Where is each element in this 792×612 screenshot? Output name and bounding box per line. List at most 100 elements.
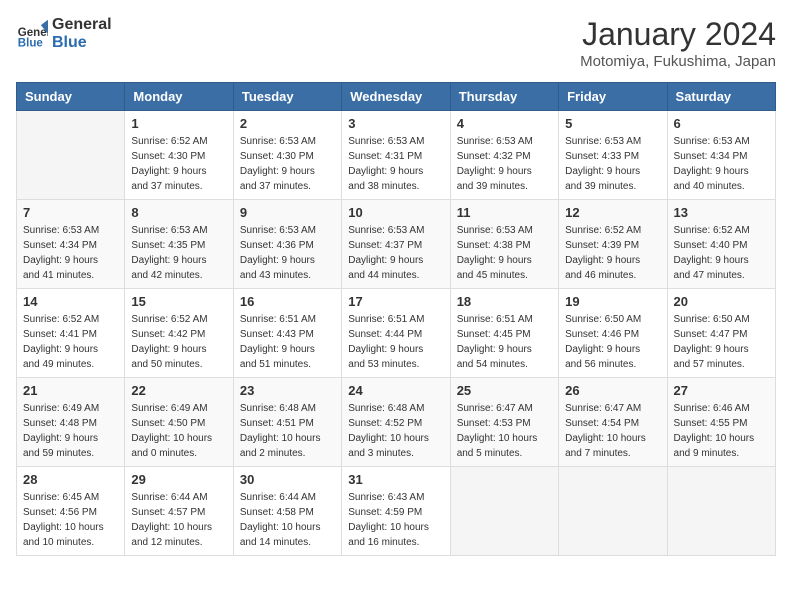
- weekday-header-sunday: Sunday: [17, 83, 125, 111]
- day-number: 15: [131, 294, 226, 309]
- day-info: Sunrise: 6:53 AMSunset: 4:37 PMDaylight:…: [348, 223, 443, 283]
- day-info: Sunrise: 6:52 AMSunset: 4:30 PMDaylight:…: [131, 134, 226, 194]
- day-number: 12: [565, 205, 660, 220]
- day-info: Sunrise: 6:53 AMSunset: 4:34 PMDaylight:…: [23, 223, 118, 283]
- day-info: Sunrise: 6:44 AMSunset: 4:57 PMDaylight:…: [131, 490, 226, 550]
- logo-icon: General Blue: [16, 18, 48, 50]
- day-info: Sunrise: 6:49 AMSunset: 4:48 PMDaylight:…: [23, 401, 118, 461]
- weekday-header-thursday: Thursday: [450, 83, 558, 111]
- calendar-day-cell: 25 Sunrise: 6:47 AMSunset: 4:53 PMDayligh…: [450, 378, 558, 467]
- day-number: 23: [240, 383, 335, 398]
- calendar-day-cell: 8Sunrise: 6:53 AMSunset: 4:35 PMDaylight…: [125, 200, 233, 289]
- calendar-day-cell: 16Sunrise: 6:51 AMSunset: 4:43 PMDayligh…: [233, 289, 341, 378]
- logo: General Blue General Blue: [16, 16, 112, 53]
- weekday-header-monday: Monday: [125, 83, 233, 111]
- day-number: 10: [348, 205, 443, 220]
- calendar-day-cell: 3 Sunrise: 6:53 AMSunset: 4:31 PMDaylight…: [342, 111, 450, 200]
- calendar-day-cell: [450, 467, 558, 556]
- calendar-day-cell: 1 Sunrise: 6:52 AMSunset: 4:30 PMDaylight…: [125, 111, 233, 200]
- day-number: 11: [457, 205, 552, 220]
- day-info: Sunrise: 6:48 AMSunset: 4:51 PMDaylight:…: [240, 401, 335, 461]
- calendar-day-cell: 2 Sunrise: 6:53 AMSunset: 4:30 PMDaylight…: [233, 111, 341, 200]
- day-number: 13: [674, 205, 769, 220]
- day-number: 6: [674, 116, 769, 131]
- title-block: January 2024 Motomiya, Fukushima, Japan: [580, 16, 776, 70]
- day-info: Sunrise: 6:51 AMSunset: 4:44 PMDaylight:…: [348, 312, 443, 372]
- calendar-day-cell: 29 Sunrise: 6:44 AMSunset: 4:57 PMDayligh…: [125, 467, 233, 556]
- calendar-day-cell: 21Sunrise: 6:49 AMSunset: 4:48 PMDayligh…: [17, 378, 125, 467]
- day-info: Sunrise: 6:52 AMSunset: 4:42 PMDaylight:…: [131, 312, 226, 372]
- day-number: 3: [348, 116, 443, 131]
- calendar-day-cell: 12 Sunrise: 6:52 AMSunset: 4:39 PMDayligh…: [559, 200, 667, 289]
- calendar-day-cell: 6 Sunrise: 6:53 AMSunset: 4:34 PMDaylight…: [667, 111, 775, 200]
- day-info: Sunrise: 6:53 AMSunset: 4:36 PMDaylight:…: [240, 223, 335, 283]
- logo-blue-text: Blue: [52, 34, 112, 52]
- calendar-day-cell: [559, 467, 667, 556]
- day-number: 24: [348, 383, 443, 398]
- day-info: Sunrise: 6:53 AMSunset: 4:31 PMDaylight:…: [348, 134, 443, 194]
- calendar-day-cell: 27 Sunrise: 6:46 AMSunset: 4:55 PMDayligh…: [667, 378, 775, 467]
- day-number: 1: [131, 116, 226, 131]
- calendar-day-cell: 23 Sunrise: 6:48 AMSunset: 4:51 PMDayligh…: [233, 378, 341, 467]
- day-info: Sunrise: 6:47 AMSunset: 4:53 PMDaylight:…: [457, 401, 552, 461]
- day-info: Sunrise: 6:52 AMSunset: 4:41 PMDaylight:…: [23, 312, 118, 372]
- calendar-week-row: 7 Sunrise: 6:53 AMSunset: 4:34 PMDaylight…: [17, 200, 776, 289]
- day-info: Sunrise: 6:53 AMSunset: 4:34 PMDaylight:…: [674, 134, 769, 194]
- day-number: 20: [674, 294, 769, 309]
- day-info: Sunrise: 6:47 AMSunset: 4:54 PMDaylight:…: [565, 401, 660, 461]
- calendar-day-cell: 13 Sunrise: 6:52 AMSunset: 4:40 PMDayligh…: [667, 200, 775, 289]
- day-number: 27: [674, 383, 769, 398]
- day-info: Sunrise: 6:44 AMSunset: 4:58 PMDaylight:…: [240, 490, 335, 550]
- day-info: Sunrise: 6:43 AMSunset: 4:59 PMDaylight:…: [348, 490, 443, 550]
- day-number: 2: [240, 116, 335, 131]
- day-number: 18: [457, 294, 552, 309]
- calendar-day-cell: 4Sunrise: 6:53 AMSunset: 4:32 PMDaylight…: [450, 111, 558, 200]
- day-info: Sunrise: 6:46 AMSunset: 4:55 PMDaylight:…: [674, 401, 769, 461]
- svg-text:Blue: Blue: [18, 38, 44, 50]
- day-info: Sunrise: 6:53 AMSunset: 4:32 PMDaylight:…: [457, 134, 552, 194]
- day-info: Sunrise: 6:53 AMSunset: 4:30 PMDaylight:…: [240, 134, 335, 194]
- day-number: 7: [23, 205, 118, 220]
- calendar-day-cell: 15 Sunrise: 6:52 AMSunset: 4:42 PMDayligh…: [125, 289, 233, 378]
- month-title: January 2024: [580, 16, 776, 53]
- calendar-day-cell: 31 Sunrise: 6:43 AMSunset: 4:59 PMDayligh…: [342, 467, 450, 556]
- calendar-week-row: 1 Sunrise: 6:52 AMSunset: 4:30 PMDaylight…: [17, 111, 776, 200]
- calendar-day-cell: 10 Sunrise: 6:53 AMSunset: 4:37 PMDayligh…: [342, 200, 450, 289]
- calendar-day-cell: 20Sunrise: 6:50 AMSunset: 4:47 PMDayligh…: [667, 289, 775, 378]
- day-info: Sunrise: 6:52 AMSunset: 4:39 PMDaylight:…: [565, 223, 660, 283]
- calendar-week-row: 21Sunrise: 6:49 AMSunset: 4:48 PMDayligh…: [17, 378, 776, 467]
- day-number: 22: [131, 383, 226, 398]
- day-number: 25: [457, 383, 552, 398]
- calendar-day-cell: 18 Sunrise: 6:51 AMSunset: 4:45 PMDayligh…: [450, 289, 558, 378]
- day-info: Sunrise: 6:53 AMSunset: 4:33 PMDaylight:…: [565, 134, 660, 194]
- calendar-week-row: 28 Sunrise: 6:45 AMSunset: 4:56 PMDayligh…: [17, 467, 776, 556]
- weekday-header-saturday: Saturday: [667, 83, 775, 111]
- calendar-week-row: 14 Sunrise: 6:52 AMSunset: 4:41 PMDayligh…: [17, 289, 776, 378]
- day-number: 28: [23, 472, 118, 487]
- calendar-day-cell: 28 Sunrise: 6:45 AMSunset: 4:56 PMDayligh…: [17, 467, 125, 556]
- calendar-day-cell: [667, 467, 775, 556]
- calendar-day-cell: 11Sunrise: 6:53 AMSunset: 4:38 PMDayligh…: [450, 200, 558, 289]
- day-info: Sunrise: 6:52 AMSunset: 4:40 PMDaylight:…: [674, 223, 769, 283]
- day-info: Sunrise: 6:48 AMSunset: 4:52 PMDaylight:…: [348, 401, 443, 461]
- day-number: 5: [565, 116, 660, 131]
- page-header: General Blue General Blue January 2024 M…: [16, 16, 776, 70]
- day-info: Sunrise: 6:51 AMSunset: 4:45 PMDaylight:…: [457, 312, 552, 372]
- day-number: 14: [23, 294, 118, 309]
- day-info: Sunrise: 6:49 AMSunset: 4:50 PMDaylight:…: [131, 401, 226, 461]
- calendar-day-cell: 9Sunrise: 6:53 AMSunset: 4:36 PMDaylight…: [233, 200, 341, 289]
- calendar-day-cell: 22 Sunrise: 6:49 AMSunset: 4:50 PMDayligh…: [125, 378, 233, 467]
- location-subtitle: Motomiya, Fukushima, Japan: [580, 53, 776, 70]
- calendar-day-cell: 5 Sunrise: 6:53 AMSunset: 4:33 PMDaylight…: [559, 111, 667, 200]
- day-number: 8: [131, 205, 226, 220]
- day-number: 29: [131, 472, 226, 487]
- weekday-header-wednesday: Wednesday: [342, 83, 450, 111]
- calendar-day-cell: 7 Sunrise: 6:53 AMSunset: 4:34 PMDaylight…: [17, 200, 125, 289]
- day-number: 31: [348, 472, 443, 487]
- day-number: 30: [240, 472, 335, 487]
- weekday-header-tuesday: Tuesday: [233, 83, 341, 111]
- day-info: Sunrise: 6:51 AMSunset: 4:43 PMDaylight:…: [240, 312, 335, 372]
- day-info: Sunrise: 6:45 AMSunset: 4:56 PMDaylight:…: [23, 490, 118, 550]
- day-number: 17: [348, 294, 443, 309]
- calendar-day-cell: 14 Sunrise: 6:52 AMSunset: 4:41 PMDayligh…: [17, 289, 125, 378]
